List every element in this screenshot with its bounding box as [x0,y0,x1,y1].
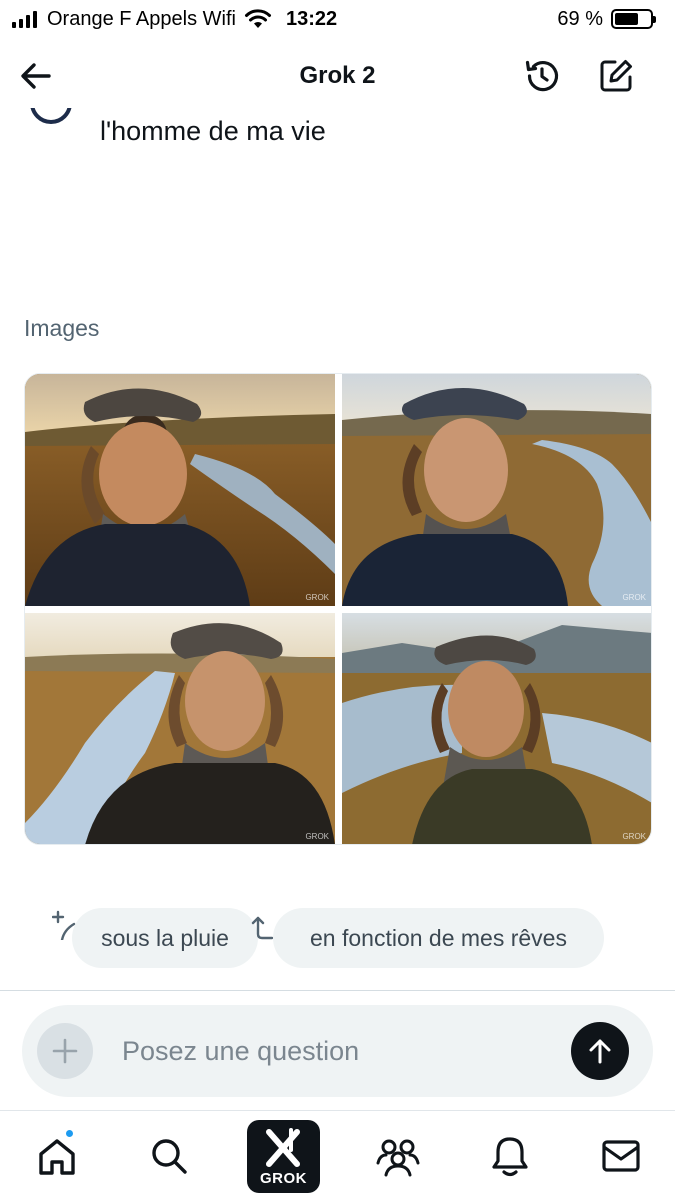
carrier-name: Orange F Appels Wifi [47,7,236,30]
nav-communities[interactable] [374,1132,422,1180]
image-watermark: GROK [305,593,329,602]
history-icon[interactable] [522,56,562,96]
portrait-illustration [25,613,335,844]
previous-message: l'homme de ma vie [0,108,675,148]
portrait-illustration [342,613,651,844]
battery-percent: 69 % [557,7,603,30]
wifi-icon [244,9,271,28]
nav-notifications[interactable] [486,1132,534,1180]
grok-label: GROK [260,1170,307,1187]
arrow-left-icon[interactable] [18,58,54,94]
message-composer [22,1005,653,1097]
image-watermark: GROK [622,832,646,841]
suggestion-chip[interactable]: en fonction de mes rêves [273,908,604,968]
home-icon [39,1139,75,1175]
previous-message-text: l'homme de ma vie [100,116,326,146]
bottom-navigation: GROK [0,1111,675,1200]
image-watermark: GROK [305,832,329,841]
arrow-up-icon [589,1039,611,1064]
cell-signal-icon [12,10,37,28]
status-bar: Orange F Appels Wifi 13:22 69 % [0,0,675,38]
avatar [30,108,72,124]
battery-status: 69 % [557,7,656,31]
send-button[interactable] [571,1022,629,1080]
nav-messages[interactable] [597,1132,645,1180]
generated-image-2[interactable]: GROK [342,374,651,606]
top-app-bar: Grok 2 [0,44,675,108]
attach-button[interactable] [37,1023,93,1079]
messages-icon [602,1140,640,1172]
battery-icon [611,9,656,29]
portrait-illustration [342,374,651,606]
notification-dot [64,1128,75,1139]
portrait-illustration [25,374,335,606]
new-chat-icon[interactable] [596,56,636,96]
nav-grok[interactable]: GROK [247,1120,320,1193]
notifications-icon [492,1137,528,1177]
clock: 13:22 [285,7,338,30]
suggestion-chip[interactable]: sous la pluie [72,908,258,968]
generated-image-3[interactable]: GROK [25,613,335,844]
page-title: Grok 2 [299,62,376,89]
nav-home[interactable] [33,1133,81,1181]
image-watermark: GROK [622,593,646,602]
generated-image-1[interactable]: GROK [25,374,335,606]
battery-fill [615,13,639,25]
plus-icon [52,1038,78,1064]
search-icon [152,1139,187,1174]
image-grid: GROK GROK GROK GROK [24,373,652,845]
divider [0,990,675,991]
suggestion-chips: sous la pluie en fonction de mes rêves [0,908,675,968]
nav-search[interactable] [145,1132,193,1180]
grok-icon [266,1128,300,1167]
communities-icon [376,1139,420,1177]
generated-image-4[interactable]: GROK [342,613,651,844]
question-input[interactable] [122,1031,552,1071]
grok-chat-screen: Orange F Appels Wifi 13:22 69 % l'homme … [0,0,675,1200]
images-section-title: Images [24,315,100,341]
